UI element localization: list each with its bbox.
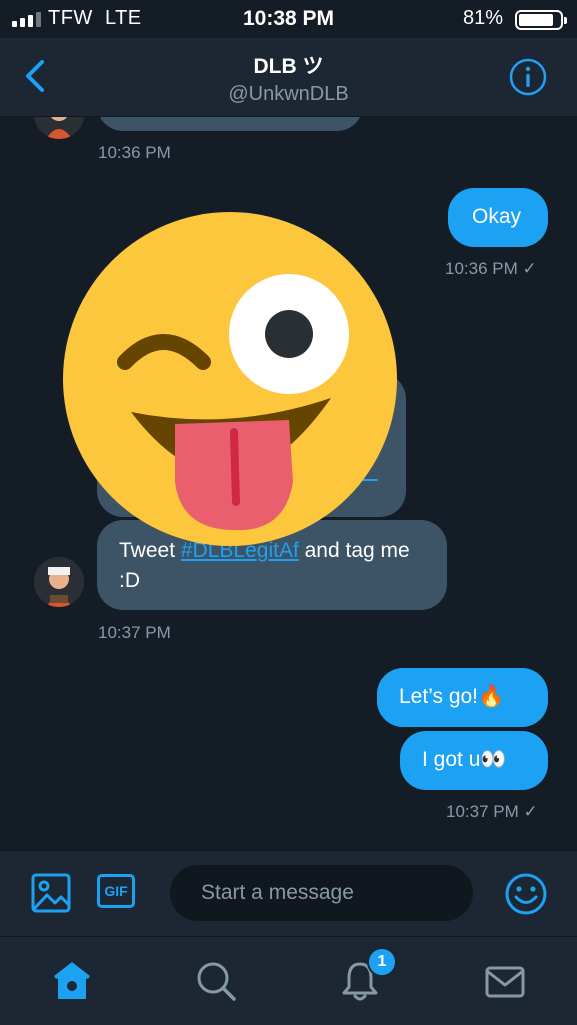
gif-icon[interactable]: GIF bbox=[97, 874, 135, 908]
message-bubble-outgoing[interactable]: Okay bbox=[448, 188, 548, 247]
message-text: Let’s go!🔥 bbox=[399, 685, 505, 708]
message-timestamp: 10:37 PM ✓ bbox=[446, 802, 538, 821]
winking-tongue-emoji-icon bbox=[63, 212, 397, 546]
contact-handle[interactable]: @UnkwnDLB bbox=[0, 83, 577, 106]
contact-name[interactable]: DLB ツ bbox=[0, 50, 577, 80]
battery-percent: 81% bbox=[462, 7, 503, 29]
avatar[interactable] bbox=[34, 117, 84, 139]
message-input[interactable]: Start a message bbox=[170, 865, 473, 921]
message-text: I got u👀 bbox=[422, 748, 507, 771]
message-bubble-outgoing[interactable]: Let’s go!🔥 bbox=[377, 668, 548, 727]
status-bar: TFW LTE 10:38 PM 81% bbox=[0, 0, 577, 38]
image-icon[interactable] bbox=[31, 873, 71, 913]
notifications-badge: 1 bbox=[367, 947, 397, 977]
message-timestamp: 10:36 PM bbox=[98, 143, 171, 162]
emoji-icon[interactable] bbox=[504, 872, 548, 916]
info-icon[interactable] bbox=[509, 58, 547, 96]
message-bubble-outgoing[interactable]: I got u👀 bbox=[400, 731, 548, 790]
message-bubble-incoming[interactable] bbox=[97, 117, 363, 131]
mail-icon[interactable] bbox=[483, 959, 527, 1003]
message-timestamp: 10:37 PM bbox=[98, 623, 171, 642]
message-composer: GIF Start a message bbox=[0, 850, 577, 937]
search-icon[interactable] bbox=[194, 959, 238, 1003]
home-icon[interactable] bbox=[50, 959, 94, 1003]
battery-icon bbox=[515, 10, 567, 30]
tab-bar: 1 bbox=[0, 936, 577, 1025]
avatar[interactable] bbox=[34, 557, 84, 607]
conversation-header: DLB ツ @UnkwnDLB bbox=[0, 38, 577, 117]
message-timestamp: 10:36 PM ✓ bbox=[445, 259, 537, 278]
message-text: Okay bbox=[472, 205, 522, 228]
